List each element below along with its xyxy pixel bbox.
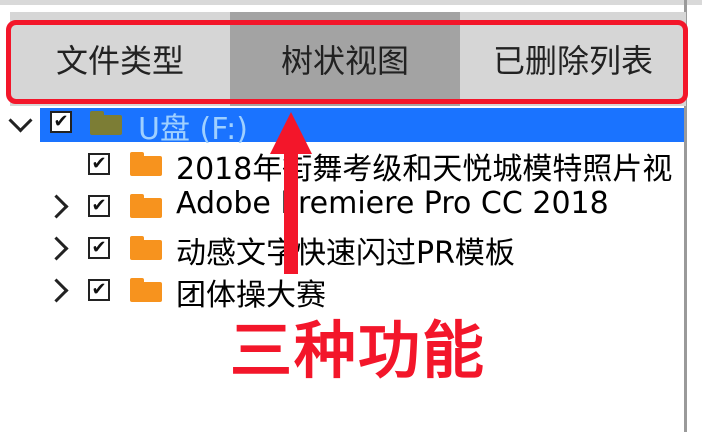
tree-item-row[interactable]: ✔ 2018年街舞考级和天悦城模特照片视 [0, 144, 684, 187]
checkbox-icon[interactable]: ✔ [88, 279, 110, 301]
chevron-down-icon[interactable] [8, 108, 33, 133]
top-divider [0, 0, 702, 5]
tree-root-label: U盘 (F:) [138, 112, 248, 147]
tree-item-label: Adobe Premiere Pro CC 2018 [176, 186, 609, 221]
tree-item-row[interactable]: ✔ Adobe Premiere Pro CC 2018 [0, 186, 684, 228]
chevron-right-icon[interactable] [44, 278, 69, 303]
checkbox-icon[interactable]: ✔ [88, 237, 110, 259]
folder-icon [130, 278, 162, 302]
annotation-text: 三种功能 [230, 314, 487, 387]
chevron-right-icon[interactable] [44, 236, 69, 261]
folder-icon [130, 152, 162, 176]
chevron-right-icon[interactable] [44, 194, 69, 219]
checkbox-icon[interactable]: ✔ [50, 111, 72, 133]
tree-item-label: 2018年街舞考级和天悦城模特照片视 [176, 152, 673, 187]
folder-icon [130, 236, 162, 260]
folder-icon [130, 194, 162, 218]
folder-icon [90, 111, 122, 135]
tree-item-label: 动感文字快速闪过PR模板 [176, 236, 515, 271]
checkbox-icon[interactable]: ✔ [88, 195, 110, 217]
arrow-shaft [284, 146, 298, 274]
tree-item-row[interactable]: ✔ 动感文字快速闪过PR模板 [0, 228, 684, 271]
checkbox-icon[interactable]: ✔ [88, 153, 110, 175]
tree-root-row[interactable]: ✔ U盘 (F:) [0, 104, 684, 147]
highlight-box [6, 20, 688, 104]
